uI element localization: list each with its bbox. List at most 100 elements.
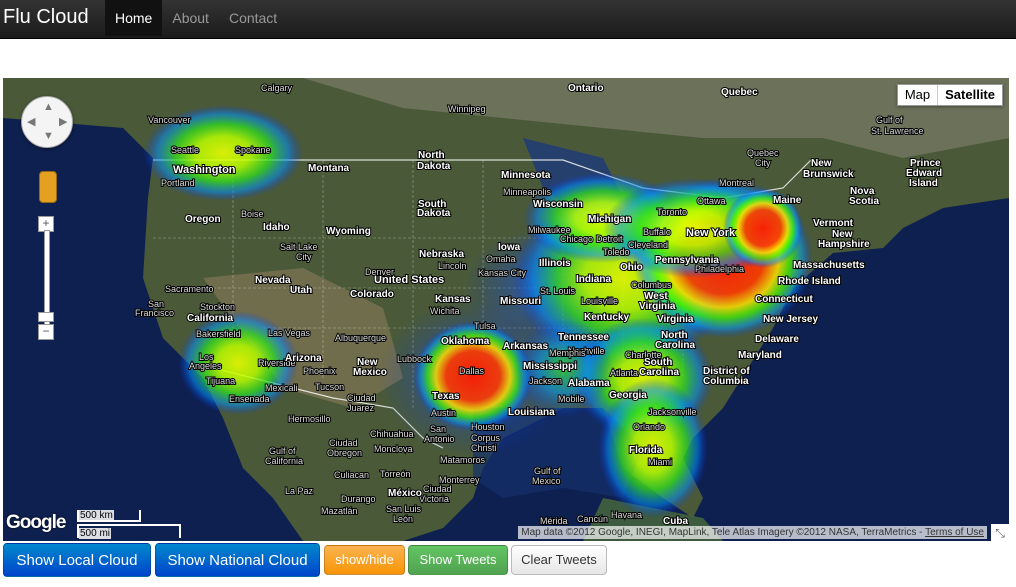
svg-text:Ciudad: Ciudad xyxy=(423,484,452,494)
svg-text:Massachusetts: Massachusetts xyxy=(793,260,865,271)
svg-text:Oklahoma: Oklahoma xyxy=(441,336,490,347)
svg-text:Antonio: Antonio xyxy=(424,434,455,444)
svg-text:Orlando: Orlando xyxy=(633,422,665,432)
pan-control[interactable]: ▲ ▼ ◀ ▶ xyxy=(21,96,73,148)
svg-text:Omaha: Omaha xyxy=(486,254,516,264)
scale-mi-label: 500 mi xyxy=(79,528,112,539)
svg-text:Scotia: Scotia xyxy=(849,196,879,207)
svg-text:Minnesota: Minnesota xyxy=(501,170,551,181)
svg-text:Brunswick: Brunswick xyxy=(803,169,854,180)
svg-text:Montreal: Montreal xyxy=(719,178,754,188)
svg-text:Rhode Island: Rhode Island xyxy=(778,276,841,287)
scale-km-label: 500 km xyxy=(79,510,114,521)
svg-text:León: León xyxy=(393,514,413,524)
svg-text:Spokane: Spokane xyxy=(235,145,271,155)
svg-text:Texas: Texas xyxy=(432,391,460,402)
svg-text:Phoenix: Phoenix xyxy=(303,366,336,376)
svg-text:Havana: Havana xyxy=(611,510,642,520)
svg-text:Cancún: Cancún xyxy=(577,514,608,524)
svg-text:Carolina: Carolina xyxy=(639,367,679,378)
svg-text:Bakersfield: Bakersfield xyxy=(196,329,241,339)
svg-text:Quebec: Quebec xyxy=(747,148,779,158)
svg-text:Gulf of: Gulf of xyxy=(269,446,296,456)
show-national-cloud-button[interactable]: Show National Cloud xyxy=(155,543,320,577)
svg-text:Las Vegas: Las Vegas xyxy=(268,328,311,338)
svg-text:Mexicali: Mexicali xyxy=(265,383,298,393)
resize-icon[interactable]: ⤡ xyxy=(991,524,1009,542)
svg-text:Corpus: Corpus xyxy=(471,433,501,443)
clear-tweets-button[interactable]: Clear Tweets xyxy=(511,545,607,575)
svg-text:Winnipeg: Winnipeg xyxy=(448,104,486,114)
nav-about[interactable]: About xyxy=(162,0,219,36)
svg-text:Kansas: Kansas xyxy=(435,294,471,305)
terms-of-use-link[interactable]: Terms of Use xyxy=(925,527,984,538)
svg-text:Culiacan: Culiacan xyxy=(334,470,369,480)
svg-text:New Jersey: New Jersey xyxy=(763,314,818,325)
street-view-pegman-icon[interactable] xyxy=(39,171,57,203)
map-canvas[interactable]: Calgary Winnipeg Ontario Quebec Vancouve… xyxy=(3,78,1009,541)
svg-text:North: North xyxy=(418,150,445,161)
svg-text:Ontario: Ontario xyxy=(568,83,604,94)
zoom-out-button[interactable]: − xyxy=(38,324,54,340)
svg-text:Minneapolis: Minneapolis xyxy=(503,187,552,197)
svg-text:Nebraska: Nebraska xyxy=(419,249,464,260)
svg-text:Idaho: Idaho xyxy=(263,222,290,233)
show-hide-button[interactable]: show/hide xyxy=(324,545,405,575)
map-type-control: Map Satellite xyxy=(896,84,1003,106)
svg-text:Alabama: Alabama xyxy=(568,378,610,389)
svg-text:Juarez: Juarez xyxy=(347,403,375,413)
svg-text:Mexico: Mexico xyxy=(532,476,561,486)
svg-text:New York: New York xyxy=(686,227,736,239)
nav-contact[interactable]: Contact xyxy=(219,0,287,36)
svg-text:Oregon: Oregon xyxy=(185,214,221,225)
zoom-slider-handle[interactable] xyxy=(38,312,54,322)
svg-text:Dakota: Dakota xyxy=(417,161,451,172)
svg-text:Chihuahua: Chihuahua xyxy=(370,429,414,439)
svg-text:Florida: Florida xyxy=(629,445,663,456)
svg-text:Ciudad: Ciudad xyxy=(347,393,376,403)
svg-text:Virginia: Virginia xyxy=(639,301,676,312)
svg-text:Wichita: Wichita xyxy=(430,306,460,316)
navbar: Flu Cloud Home About Contact xyxy=(0,0,1016,39)
zoom-control: + − xyxy=(38,216,54,340)
svg-text:Victoria: Victoria xyxy=(419,494,449,504)
map-type-map-button[interactable]: Map xyxy=(898,85,937,105)
svg-text:Arkansas: Arkansas xyxy=(503,341,548,352)
svg-text:St. Louis: St. Louis xyxy=(540,286,576,296)
svg-text:St. Lawrence: St. Lawrence xyxy=(871,126,924,136)
svg-text:Virginia: Virginia xyxy=(657,314,694,325)
map-type-satellite-button[interactable]: Satellite xyxy=(937,85,1002,105)
svg-text:Quebec: Quebec xyxy=(721,87,758,98)
pan-right-icon[interactable]: ▶ xyxy=(59,115,67,128)
svg-text:Christi: Christi xyxy=(471,443,497,453)
svg-text:San Luis: San Luis xyxy=(386,504,422,514)
svg-text:Columbus: Columbus xyxy=(631,280,672,290)
svg-text:Toronto: Toronto xyxy=(657,207,687,217)
svg-text:Ensenada: Ensenada xyxy=(229,394,270,404)
svg-text:Ciudad: Ciudad xyxy=(329,438,358,448)
pan-left-icon[interactable]: ◀ xyxy=(27,115,35,128)
nav-menu: Home About Contact xyxy=(105,0,287,38)
svg-text:Dallas: Dallas xyxy=(459,366,485,376)
svg-text:Dakota: Dakota xyxy=(417,208,451,219)
google-logo[interactable]: Google xyxy=(6,512,66,534)
svg-text:Ohio: Ohio xyxy=(620,262,643,273)
show-local-cloud-button[interactable]: Show Local Cloud xyxy=(3,543,151,577)
brand-title[interactable]: Flu Cloud xyxy=(3,5,89,29)
nav-home[interactable]: Home xyxy=(105,0,163,36)
svg-text:Monclova: Monclova xyxy=(374,444,413,454)
pan-down-icon[interactable]: ▼ xyxy=(43,130,54,142)
svg-text:City: City xyxy=(296,252,312,262)
svg-text:Matamoros: Matamoros xyxy=(440,455,486,465)
show-tweets-button[interactable]: Show Tweets xyxy=(408,545,508,575)
svg-text:Hampshire: Hampshire xyxy=(818,239,870,250)
svg-text:Georgia: Georgia xyxy=(609,390,647,401)
pan-up-icon[interactable]: ▲ xyxy=(43,101,54,113)
svg-text:Maryland: Maryland xyxy=(738,350,782,361)
svg-text:Jackson: Jackson xyxy=(529,376,562,386)
svg-text:Lincoln: Lincoln xyxy=(438,261,467,271)
svg-text:Mexico: Mexico xyxy=(353,367,387,378)
svg-text:City: City xyxy=(755,158,771,168)
svg-text:Mobile: Mobile xyxy=(558,394,585,404)
svg-text:Cleveland: Cleveland xyxy=(628,240,668,250)
